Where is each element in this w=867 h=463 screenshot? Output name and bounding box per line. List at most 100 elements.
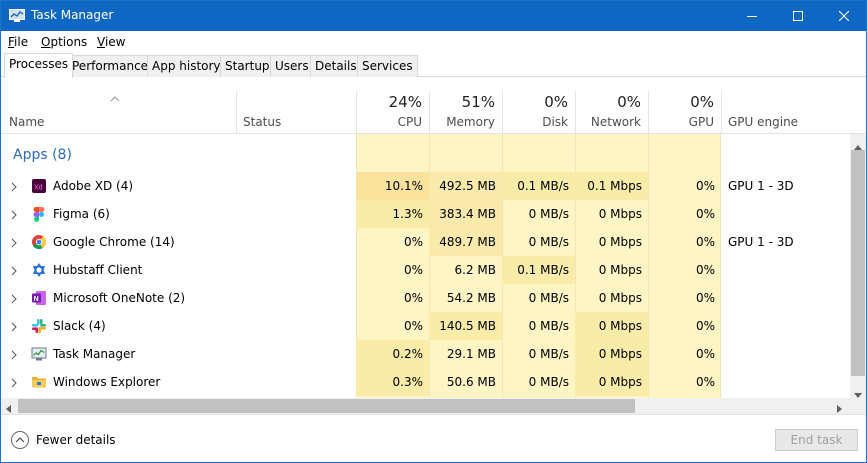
sort-up-icon (110, 91, 120, 105)
tab-startup[interactable]: Startup (220, 55, 275, 77)
chevron-right-icon[interactable] (11, 209, 17, 223)
chevron-right-icon[interactable] (11, 293, 17, 307)
table-row[interactable]: Hubstaff Client 0% 6.2 MB 0.1 MB/s 0 Mbp… (1, 256, 850, 284)
cpu-value: 0% (403, 235, 423, 249)
column-divider[interactable] (575, 91, 576, 134)
memory-value: 489.7 MB (439, 235, 496, 249)
memory-cell: 54.2 MB (429, 284, 502, 312)
chevron-up-icon (11, 431, 29, 449)
chevron-right-icon[interactable] (11, 321, 17, 335)
process-name: Google Chrome (14) (53, 235, 175, 249)
disk-value: 0 MB/s (528, 235, 569, 249)
gpu-cell: 0% (648, 312, 721, 340)
process-list: Apps (8) Xd Adobe XD (4) 10.1% 492.5 MB … (1, 134, 850, 398)
figma-icon (31, 206, 47, 222)
cpu-value: 1.3% (392, 207, 424, 221)
chevron-right-icon[interactable] (11, 265, 17, 279)
chevron-right-icon[interactable] (11, 181, 17, 195)
network-value: 0 Mbps (598, 347, 642, 361)
minimize-icon (747, 16, 757, 17)
column-divider[interactable] (236, 91, 237, 134)
maximize-icon (793, 11, 803, 21)
column-name-header[interactable]: Name (9, 115, 44, 129)
process-name: Adobe XD (4) (53, 179, 134, 193)
minimize-button[interactable] (729, 1, 775, 31)
cpu-value: 0% (403, 319, 423, 333)
memory-total-percent: 51% (461, 93, 495, 111)
chevron-right-icon[interactable] (11, 237, 17, 251)
table-row[interactable]: Slack (4) 0% 140.5 MB 0 MB/s 0 Mbps 0% (1, 312, 850, 340)
close-button[interactable] (821, 1, 867, 31)
gpu-cell: 0% (648, 340, 721, 368)
column-divider[interactable] (429, 91, 430, 134)
task-manager-app-icon (9, 9, 25, 23)
cpu-value: 0.3% (392, 375, 424, 389)
vertical-scroll-thumb[interactable] (851, 150, 865, 376)
network-total-percent: 0% (617, 93, 641, 111)
network-value: 0 Mbps (598, 319, 642, 333)
process-name: Task Manager (53, 347, 136, 361)
horizontal-scroll-thumb[interactable] (18, 399, 635, 413)
table-row[interactable]: Task Manager 0.2% 29.1 MB 0 MB/s 0 Mbps … (1, 340, 850, 368)
chevron-right-icon[interactable] (11, 377, 17, 391)
network-value: 0 Mbps (598, 263, 642, 277)
memory-cell: 492.5 MB (429, 172, 502, 200)
disk-value: 0 MB/s (528, 207, 569, 221)
chevron-right-icon[interactable] (11, 349, 17, 363)
tab-performance[interactable]: Performance (67, 55, 154, 77)
cpu-cell: 0% (356, 312, 429, 340)
gpu-cell: 0% (648, 228, 721, 256)
tab-services[interactable]: Services (357, 55, 418, 77)
column-divider[interactable] (356, 91, 357, 134)
cpu-value: 0% (403, 291, 423, 305)
disk-column-label: Disk (542, 115, 568, 129)
apps-group-header[interactable]: Apps (8) (1, 134, 850, 172)
disk-value: 0 MB/s (528, 291, 569, 305)
memory-cell: 140.5 MB (429, 312, 502, 340)
tab-details[interactable]: Details (310, 55, 362, 77)
menu-view[interactable]: View (97, 35, 125, 49)
cpu-value: 0% (403, 263, 423, 277)
slack-icon (31, 318, 47, 334)
tab-processes[interactable]: Processes (4, 53, 74, 78)
menu-options[interactable]: Options (41, 35, 87, 49)
column-status-header[interactable]: Status (243, 115, 281, 129)
tab-app-history[interactable]: App history (147, 55, 226, 77)
memory-cell: 489.7 MB (429, 228, 502, 256)
gpu-value: 0% (695, 207, 715, 221)
end-task-button[interactable]: End task (775, 429, 858, 451)
disk-value: 0.1 MB/s (517, 263, 569, 277)
maximize-button[interactable] (775, 1, 821, 31)
task-manager-window: Task Manager File Options View Processes… (0, 0, 867, 463)
tab-users[interactable]: Users (270, 55, 314, 77)
table-row[interactable]: Xd Adobe XD (4) 10.1% 492.5 MB 0.1 MB/s … (1, 172, 850, 200)
window-title: Task Manager (31, 8, 114, 22)
memory-value: 383.4 MB (439, 207, 496, 221)
memory-value: 6.2 MB (454, 263, 496, 277)
disk-cell: 0 MB/s (502, 228, 575, 256)
column-divider[interactable] (502, 91, 503, 134)
table-row[interactable]: Figma (6) 1.3% 383.4 MB 0 MB/s 0 Mbps 0% (1, 200, 850, 228)
table-row[interactable]: N Microsoft OneNote (2) 0% 54.2 MB 0 MB/… (1, 284, 850, 312)
column-gpu-engine-header[interactable]: GPU engine (728, 115, 798, 129)
fewer-details-button[interactable]: Fewer details (11, 431, 116, 449)
table-row[interactable]: Google Chrome (14) 0% 489.7 MB 0 MB/s 0 … (1, 228, 850, 256)
network-cell: 0 Mbps (575, 200, 648, 228)
process-name: Slack (4) (53, 319, 106, 333)
column-divider[interactable] (721, 91, 722, 134)
tab-strip: Processes Performance App history Startu… (1, 53, 866, 78)
vertical-scrollbar[interactable] (850, 134, 866, 398)
gpu-value: 0% (695, 235, 715, 249)
column-divider[interactable] (648, 91, 649, 134)
close-icon (839, 11, 849, 21)
process-name: Microsoft OneNote (2) (53, 291, 186, 305)
title-bar[interactable]: Task Manager (1, 1, 866, 31)
disk-value: 0 MB/s (528, 375, 569, 389)
menu-file[interactable]: File (8, 35, 28, 49)
horizontal-scrollbar[interactable] (1, 398, 850, 414)
table-row[interactable]: Windows Explorer 0.3% 50.6 MB 0 MB/s 0 M… (1, 368, 850, 396)
disk-value: 0 MB/s (528, 347, 569, 361)
disk-cell: 0 MB/s (502, 200, 575, 228)
gpu-value: 0% (695, 179, 715, 193)
cpu-cell: 0.2% (356, 340, 429, 368)
